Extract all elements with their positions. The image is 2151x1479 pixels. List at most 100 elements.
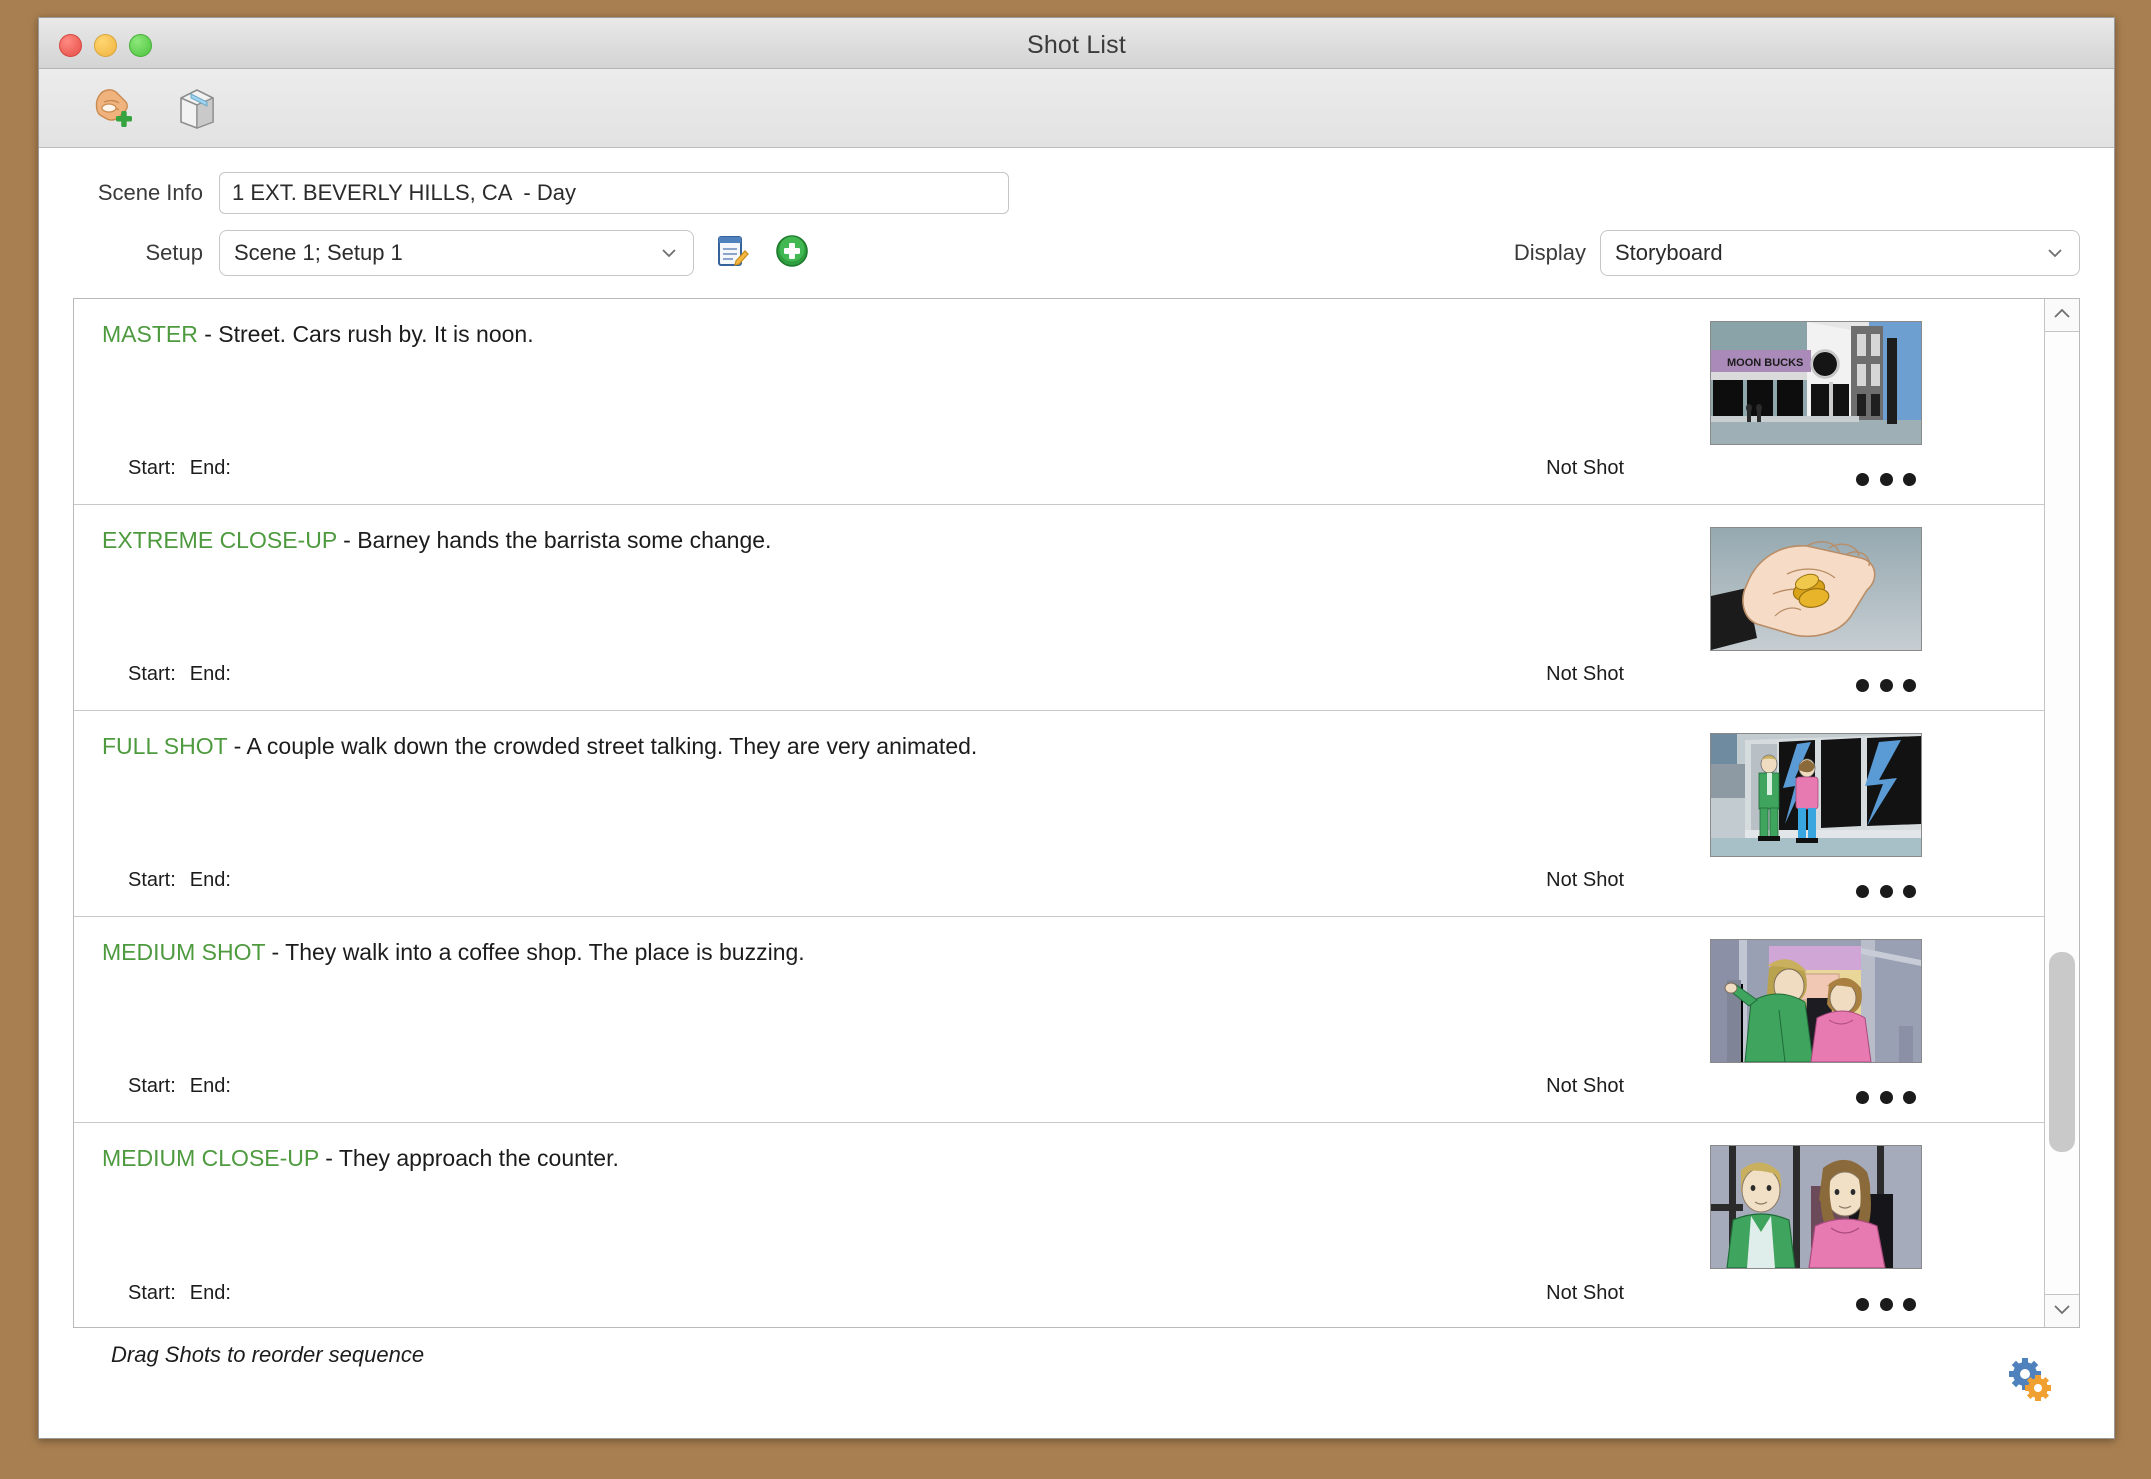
ellipsis-dot	[1903, 472, 1916, 486]
shot-type-label: MASTER	[102, 321, 198, 347]
setup-label: Setup	[145, 240, 204, 265]
storyboard-thumbnail[interactable]	[1710, 527, 1922, 651]
start-label: Start:	[128, 1075, 176, 1097]
setup-select[interactable]: Scene 1; Setup 1	[219, 230, 694, 276]
chevron-down-icon	[659, 243, 679, 263]
chevron-up-icon	[2052, 306, 2072, 325]
scene-info-input[interactable]	[219, 172, 1009, 214]
ellipsis-dot	[1903, 1297, 1916, 1311]
ellipsis-dot	[1879, 1090, 1893, 1104]
shot-text: They approach the counter.	[338, 1145, 619, 1171]
status-badge: Not Shot	[1546, 1075, 1624, 1097]
end-label: End:	[189, 869, 231, 891]
footer-bar: Drag Shots to reorder sequence	[73, 1328, 2080, 1420]
shot-separator: -	[318, 1145, 339, 1171]
row-menu-button[interactable]	[1856, 1084, 1916, 1110]
shot-list-window: Shot List Scene Info 1 EXT. BEVERLY HILL…	[38, 17, 2115, 1439]
table-row[interactable]: MEDIUM SHOT - They walk into a coffee sh…	[74, 917, 2044, 1123]
shot-timecodes: Start: End:	[128, 1282, 231, 1305]
row-menu-button[interactable]	[1856, 878, 1916, 904]
shot-text: They walk into a coffee shop. The place …	[285, 939, 805, 965]
shot-timecodes: Start: End:	[128, 663, 231, 686]
shot-separator: -	[265, 939, 286, 965]
scroll-up-button[interactable]	[2045, 299, 2079, 332]
display-select-value: Storyboard	[1615, 240, 1723, 265]
start-label: Start:	[128, 869, 176, 891]
scene-info-row: Scene Info	[73, 172, 2080, 214]
table-row[interactable]: FULL SHOT - A couple walk down the crowd…	[74, 711, 2044, 917]
start-label: Start:	[128, 1282, 176, 1304]
add-shot-button[interactable]	[83, 80, 139, 136]
green-plus-icon	[772, 231, 812, 276]
shot-separator: -	[197, 321, 219, 347]
shot-timecodes: Start: End:	[128, 1075, 231, 1098]
ellipsis-dot	[1856, 472, 1869, 486]
scrollbar-thumb[interactable]	[2049, 952, 2075, 1152]
vertical-scrollbar[interactable]	[2044, 299, 2079, 1327]
add-setup-button[interactable]	[770, 231, 814, 275]
table-row[interactable]: EXTREME CLOSE-UP - Barney hands the barr…	[74, 505, 2044, 711]
table-row[interactable]: MEDIUM CLOSE-UP - They approach the coun…	[74, 1123, 2044, 1327]
scroll-down-button[interactable]	[2045, 1294, 2079, 1327]
title-bar: Shot List	[39, 18, 2114, 69]
chevron-down-icon	[2052, 1302, 2072, 1321]
drag-hint-text: Drag Shots to reorder sequence	[111, 1342, 425, 1367]
ellipsis-dot	[1856, 1090, 1869, 1104]
storyboard-thumbnail[interactable]: MOON BUCKS	[1710, 321, 1922, 445]
desktop-backdrop: Shot List Scene Info 1 EXT. BEVERLY HILL…	[0, 0, 2151, 1479]
status-badge: Not Shot	[1546, 1282, 1624, 1304]
shot-list-rows: MASTER - Street. Cars rush by. It is noo…	[74, 299, 2044, 1327]
shot-type-label: MEDIUM CLOSE-UP	[102, 1145, 319, 1171]
ellipsis-dot	[1879, 472, 1893, 486]
scene-info-label: Scene Info	[97, 180, 203, 205]
toolbar	[39, 69, 2114, 148]
ellipsis-dot	[1903, 884, 1916, 898]
notepad-edit-icon	[712, 231, 752, 276]
end-label: End:	[189, 457, 231, 479]
end-label: End:	[189, 1075, 231, 1097]
shot-timecodes: Start: End:	[128, 457, 231, 480]
shot-type-label: FULL SHOT	[102, 733, 228, 759]
main-content: Scene Info Setup Scene 1; Setup 1	[39, 148, 2114, 1438]
shot-description: FULL SHOT - A couple walk down the crowd…	[102, 733, 977, 760]
gears-icon	[2004, 1358, 2058, 1412]
ellipsis-dot	[1879, 1297, 1893, 1311]
status-badge: Not Shot	[1546, 663, 1624, 685]
storyboard-thumbnail[interactable]	[1710, 733, 1922, 857]
setup-row: Setup Scene 1; Setup 1 Display Storyboar…	[73, 230, 2080, 276]
box-icon	[171, 80, 223, 137]
ellipsis-dot	[1879, 678, 1893, 692]
start-label: Start:	[128, 663, 176, 685]
ellipsis-dot	[1856, 1297, 1869, 1311]
table-row[interactable]: MASTER - Street. Cars rush by. It is noo…	[74, 299, 2044, 505]
shot-separator: -	[227, 733, 247, 759]
row-menu-button[interactable]	[1856, 466, 1916, 492]
ellipsis-dot	[1903, 678, 1916, 692]
ellipsis-dot	[1879, 884, 1893, 898]
shot-text: Barney hands the barrista some change.	[357, 527, 772, 553]
storyboard-box-button[interactable]	[169, 80, 225, 136]
ellipsis-dot	[1856, 884, 1869, 898]
hand-plus-icon	[85, 80, 137, 137]
settings-button[interactable]	[2004, 1354, 2058, 1408]
display-group: Display Storyboard	[1514, 230, 2080, 276]
shot-list-panel: MASTER - Street. Cars rush by. It is noo…	[73, 298, 2080, 1328]
shot-description: MEDIUM CLOSE-UP - They approach the coun…	[102, 1145, 619, 1172]
display-select[interactable]: Storyboard	[1600, 230, 2080, 276]
chevron-down-icon	[2045, 243, 2065, 263]
scrollbar-track[interactable]	[2045, 332, 2079, 1294]
ellipsis-dot	[1903, 1090, 1916, 1104]
shot-description: MEDIUM SHOT - They walk into a coffee sh…	[102, 939, 805, 966]
shot-text: A couple walk down the crowded street ta…	[246, 733, 978, 759]
display-label: Display	[1513, 240, 1586, 265]
window-title: Shot List	[1026, 31, 1127, 59]
storyboard-thumbnail[interactable]	[1710, 1145, 1922, 1269]
shot-description: MASTER - Street. Cars rush by. It is noo…	[102, 321, 534, 348]
status-badge: Not Shot	[1546, 869, 1624, 891]
row-menu-button[interactable]	[1856, 672, 1916, 698]
edit-setup-button[interactable]	[710, 231, 754, 275]
svg-text:MOON BUCKS: MOON BUCKS	[1727, 357, 1803, 369]
shot-separator: -	[336, 527, 358, 553]
row-menu-button[interactable]	[1856, 1291, 1916, 1317]
storyboard-thumbnail[interactable]	[1710, 939, 1922, 1063]
